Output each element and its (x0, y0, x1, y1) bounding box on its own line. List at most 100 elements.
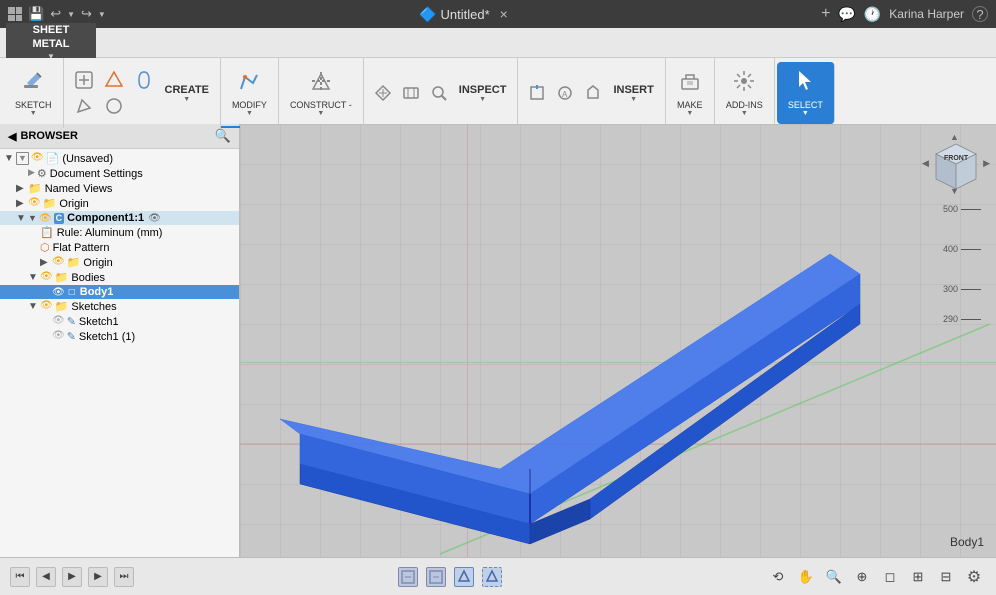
nav-first-btn[interactable]: ⏮ (10, 567, 30, 587)
construct-icon (309, 69, 333, 99)
timeline-thumb-2[interactable] (426, 567, 446, 587)
viewport[interactable]: FRONT ▲ ▼ ◀ ▶ 500 400 300 (240, 124, 996, 557)
inspect-dropdown-arrow[interactable]: ▼ (479, 96, 486, 103)
make-dropdown-arrow[interactable]: ▼ (686, 110, 693, 117)
tree-item-sketches[interactable]: 👁 📁 Sketches (0, 299, 239, 314)
tree-arrow-bodies[interactable] (28, 272, 40, 283)
tree-arrow-unsaved[interactable] (4, 153, 16, 164)
window-close-btn[interactable]: × (500, 6, 508, 22)
cube-down-arrow[interactable]: ▼ (950, 186, 959, 196)
tree-arrow-sketches[interactable] (28, 301, 40, 312)
save-icon[interactable]: 💾 (28, 6, 44, 22)
tool-zoom-btn[interactable]: 🔍 (822, 565, 846, 589)
tree-item-unsaved[interactable]: ▼ 👁 📄 (Unsaved) (0, 151, 239, 166)
inspect-btn-1[interactable] (370, 82, 396, 104)
addins-dropdown-arrow[interactable]: ▼ (741, 110, 748, 117)
create-btn-1[interactable] (70, 68, 98, 92)
cube-up-arrow[interactable]: ▲ (950, 132, 959, 142)
tool-pan-btn[interactable]: ✋ (794, 565, 818, 589)
nav-play-btn[interactable]: ▶ (62, 567, 82, 587)
browser-search-btn[interactable]: 🔍 (215, 128, 231, 144)
tool-view-btn[interactable]: ⊟ (934, 565, 958, 589)
insert-btn-2[interactable]: A (552, 82, 578, 104)
tree-item-origin-comp[interactable]: 👁 📁 Origin (0, 255, 239, 270)
tree-arrow-origin-comp[interactable] (40, 257, 52, 268)
insert-btn-1[interactable] (524, 82, 550, 104)
tree-item-component1[interactable]: ▼ 👁 C Component1:1 👁 (0, 211, 239, 225)
nav-prev-btn[interactable]: ◀ (36, 567, 56, 587)
inspect-btn-3[interactable] (426, 82, 452, 104)
create-btn-5[interactable] (100, 94, 128, 118)
inspect-main-btn[interactable]: INSPECT ▼ (454, 80, 512, 106)
eye-icon-body1[interactable]: 👁 (52, 287, 65, 298)
settings-gear-btn[interactable]: ⚙ (962, 565, 986, 589)
undo-dropdown[interactable]: ▼ (67, 10, 75, 19)
cube-right-arrow[interactable]: ▶ (983, 158, 990, 169)
app-grid-icon[interactable] (8, 7, 22, 21)
timeline-thumb-3[interactable] (454, 567, 474, 587)
make-btn[interactable]: MAKE ▼ (672, 66, 708, 120)
create-main-btn[interactable]: CREATE ▼ (160, 80, 214, 106)
sketch-btn[interactable]: SKETCH ▼ (10, 66, 57, 120)
tree-item-sketch1[interactable]: 👁 ✎ Sketch1 (0, 314, 239, 329)
cube-left-arrow[interactable]: ◀ (922, 158, 929, 169)
eye-icon-bodies[interactable]: 👁 (40, 271, 53, 284)
tool-fit-btn[interactable]: ⊕ (850, 565, 874, 589)
insert-dropdown-arrow[interactable]: ▼ (630, 96, 637, 103)
tree-arrow-named-views[interactable] (16, 183, 28, 194)
tool-grid-btn[interactable]: ⊞ (906, 565, 930, 589)
help-icon[interactable]: ? (972, 6, 988, 22)
browser-collapse-btn[interactable]: ◀ (8, 130, 16, 143)
tree-item-flat-pattern[interactable]: ⬡ Flat Pattern (0, 240, 239, 255)
eye-icon-comp[interactable]: 👁 (39, 213, 52, 224)
eye-icon-sketch1-1[interactable]: 👁 (52, 330, 65, 343)
timeline-thumb-1[interactable] (398, 567, 418, 587)
modify-btn[interactable]: MODIFY ▼ (227, 66, 272, 120)
select-btn[interactable]: SELECT ▼ (783, 66, 828, 120)
clock-icon[interactable]: 🕐 (864, 6, 881, 23)
create-btn-2[interactable] (100, 68, 128, 92)
tree-item-rule[interactable]: 📋 Rule: Aluminum (mm) (0, 225, 239, 240)
construct-dropdown-arrow[interactable]: ▼ (317, 110, 324, 117)
sheet-metal-tab[interactable]: SHEETMETAL ▼ (6, 23, 96, 62)
create-btn-3[interactable] (130, 68, 158, 92)
addins-btn[interactable]: ADD-INS ▼ (721, 66, 768, 120)
select-dropdown-arrow[interactable]: ▼ (802, 110, 809, 117)
eye-icon-sketches[interactable]: 👁 (40, 300, 53, 313)
tree-item-bodies[interactable]: 👁 📁 Bodies (0, 270, 239, 285)
chat-icon[interactable]: 💬 (838, 6, 855, 23)
insert-main-btn[interactable]: INSERT ▼ (608, 80, 658, 106)
tree-arrow-origin-root[interactable] (16, 198, 28, 209)
eye-icon-unsaved[interactable]: 👁 (31, 152, 44, 165)
nav-next-btn[interactable]: ▶ (88, 567, 108, 587)
modify-dropdown-arrow[interactable]: ▼ (246, 110, 253, 117)
addins-icon (732, 69, 756, 99)
insert-btn-3[interactable] (580, 82, 606, 104)
inspect-btn-2[interactable] (398, 82, 424, 104)
redo-icon[interactable]: ↪ (81, 6, 92, 22)
viewport-body-label: Body1 (950, 535, 984, 549)
create-dropdown-arrow[interactable]: ▼ (183, 96, 190, 103)
tree-item-body1[interactable]: 👁 □ Body1 (0, 285, 239, 299)
tool-orient-btn[interactable]: ⟲ (766, 565, 790, 589)
tree-arrow-component1[interactable] (16, 213, 28, 224)
timeline-thumb-4[interactable] (482, 567, 502, 587)
undo-icon[interactable]: ↩ (50, 6, 61, 22)
tree-item-doc-settings[interactable]: ▶ ⚙ Document Settings (0, 166, 239, 181)
tree-item-origin-root[interactable]: 👁 📁 Origin (0, 196, 239, 211)
user-name[interactable]: Karina Harper (889, 7, 964, 21)
redo-dropdown[interactable]: ▼ (98, 10, 106, 19)
construct-btn[interactable]: CONSTRUCT - ▼ (285, 66, 357, 120)
component-visibility-icon[interactable]: 👁 (148, 213, 161, 224)
eye-icon-origin[interactable]: 👁 (28, 197, 41, 210)
nav-last-btn[interactable]: ⏭ (114, 567, 134, 587)
new-tab-btn[interactable]: + (821, 5, 830, 23)
sketch-dropdown-arrow[interactable]: ▼ (30, 110, 37, 117)
tree-item-named-views[interactable]: 📁 Named Views (0, 181, 239, 196)
create-btn-4[interactable] (70, 94, 98, 118)
tree-item-sketch1-1[interactable]: 👁 ✎ Sketch1 (1) (0, 329, 239, 344)
eye-icon-sketch1[interactable]: 👁 (52, 315, 65, 328)
view-cube[interactable]: FRONT ▲ ▼ ◀ ▶ (926, 134, 986, 194)
eye-icon-origin-comp[interactable]: 👁 (52, 256, 65, 269)
tool-display-btn[interactable]: ◻ (878, 565, 902, 589)
